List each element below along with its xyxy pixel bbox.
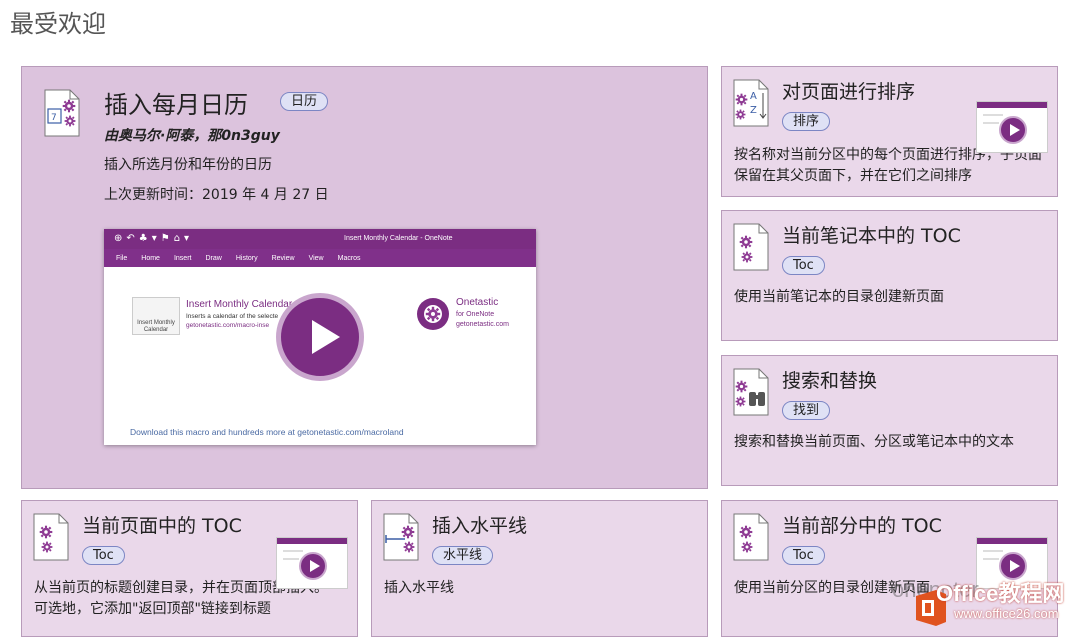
video-footer-link: Download this macro and hundreds more at… [130, 427, 404, 437]
card-tag[interactable]: 找到 [782, 401, 830, 420]
onetastic-url: getonetastic.com [456, 321, 509, 328]
video-menu-item: Draw [205, 255, 221, 262]
section-heading: 最受欢迎 [10, 4, 106, 39]
featured-description: 插入所选月份和年份的日历 [104, 154, 272, 174]
macro-card-toc-notebook[interactable]: 当前笔记本中的 TOC Toc 使用当前笔记本的目录创建新页面 [721, 210, 1058, 341]
onetastic-sub: for OneNote [456, 311, 494, 318]
card-title[interactable]: 搜索和替换 [782, 366, 877, 393]
page-gear-icon [33, 513, 69, 561]
video-menu-item: Review [272, 255, 295, 262]
card-tag[interactable]: 排序 [782, 112, 830, 131]
macro-card-sort-pages[interactable]: A Z 对页面进行排序 排序 按名称对当前分区中的每个页面进行排序，子页面保留在… [721, 66, 1058, 197]
video-thumbnail[interactable] [276, 537, 348, 589]
svg-text:A: A [750, 91, 757, 102]
video-menu-item: Home [141, 255, 160, 262]
macro-subtitle: Inserts a calendar of the selecte [186, 313, 278, 320]
play-button-icon[interactable] [276, 293, 364, 381]
featured-updated: 上次更新时间：2019 年 4 月 27 日 [104, 184, 329, 204]
card-title[interactable]: 当前笔记本中的 TOC [782, 221, 961, 248]
quick-access-icons: ⊕↶♣▾⚑⌂▾ [114, 233, 193, 244]
onetastic-name: Onetastic [456, 297, 498, 308]
card-tag[interactable]: 水平线 [432, 546, 493, 565]
play-button-icon[interactable] [299, 552, 327, 580]
card-description: 搜索和替换当前页面、分区或笔记本中的文本 [734, 432, 1044, 453]
calendar-gear-icon: 7 [44, 89, 80, 137]
video-thumbnail[interactable] [976, 101, 1048, 153]
video-menu-item: Macros [338, 255, 361, 262]
svg-text:7: 7 [51, 113, 57, 123]
card-description: 使用当前笔记本的目录创建新页面 [734, 287, 1044, 308]
watermark-brand: Office教程网 [936, 576, 1064, 608]
macro-button-preview: Insert Monthly Calendar [132, 297, 180, 335]
video-menu-item: History [236, 255, 258, 262]
video-titlebar: ⊕↶♣▾⚑⌂▾ Insert Monthly Calendar - OneNot… [104, 229, 536, 249]
macro-title: Insert Monthly Calendar [186, 299, 292, 310]
binoculars-gear-icon [733, 368, 769, 416]
page-gear-icon [733, 223, 769, 271]
onetastic-logo-icon [416, 297, 450, 331]
macro-url: getonetastic.com/macro-inse [186, 322, 269, 329]
card-title[interactable]: 插入水平线 [432, 511, 527, 538]
video-menu-item: Insert [174, 255, 192, 262]
card-description: 插入水平线 [384, 578, 694, 599]
video-ribbon-menu: File Home Insert Draw History Review Vie… [104, 249, 536, 267]
featured-title[interactable]: 插入每月日历 [104, 85, 248, 120]
video-menu-item: View [309, 255, 324, 262]
horizontal-line-gear-icon [383, 513, 419, 561]
featured-macro-card[interactable]: 7 插入每月日历 日历 由奥马尔·阿泰，那0n3guy 插入所选月份和年份的日历… [21, 66, 708, 489]
macro-card-search-replace[interactable]: 搜索和替换 找到 搜索和替换当前页面、分区或笔记本中的文本 [721, 355, 1058, 486]
page-gear-icon [733, 513, 769, 561]
watermark-url: www.office26.com [954, 606, 1059, 621]
card-title[interactable]: 当前部分中的 TOC [782, 511, 942, 538]
macro-card-toc-page[interactable]: 当前页面中的 TOC Toc 从当前页的标题创建目录，并在页面顶部插入。可选地，… [21, 500, 358, 637]
sort-az-gear-icon: A Z [733, 79, 769, 127]
video-window-title: Insert Monthly Calendar - OneNote [344, 235, 453, 242]
card-tag[interactable]: Toc [782, 546, 825, 565]
card-tag[interactable]: Toc [782, 256, 825, 275]
svg-text:Z: Z [750, 105, 757, 116]
video-menu-item: File [116, 255, 127, 262]
play-button-icon[interactable] [999, 116, 1027, 144]
card-title[interactable]: 对页面进行排序 [782, 77, 915, 104]
featured-tag[interactable]: 日历 [280, 92, 328, 111]
featured-author: 由奥马尔·阿泰，那0n3guy [104, 125, 280, 145]
video-preview[interactable]: ⊕↶♣▾⚑⌂▾ Insert Monthly Calendar - OneNot… [104, 229, 536, 445]
card-tag[interactable]: Toc [82, 546, 125, 565]
card-title[interactable]: 当前页面中的 TOC [82, 511, 242, 538]
macro-card-horizontal-line[interactable]: 插入水平线 水平线 插入水平线 [371, 500, 708, 637]
